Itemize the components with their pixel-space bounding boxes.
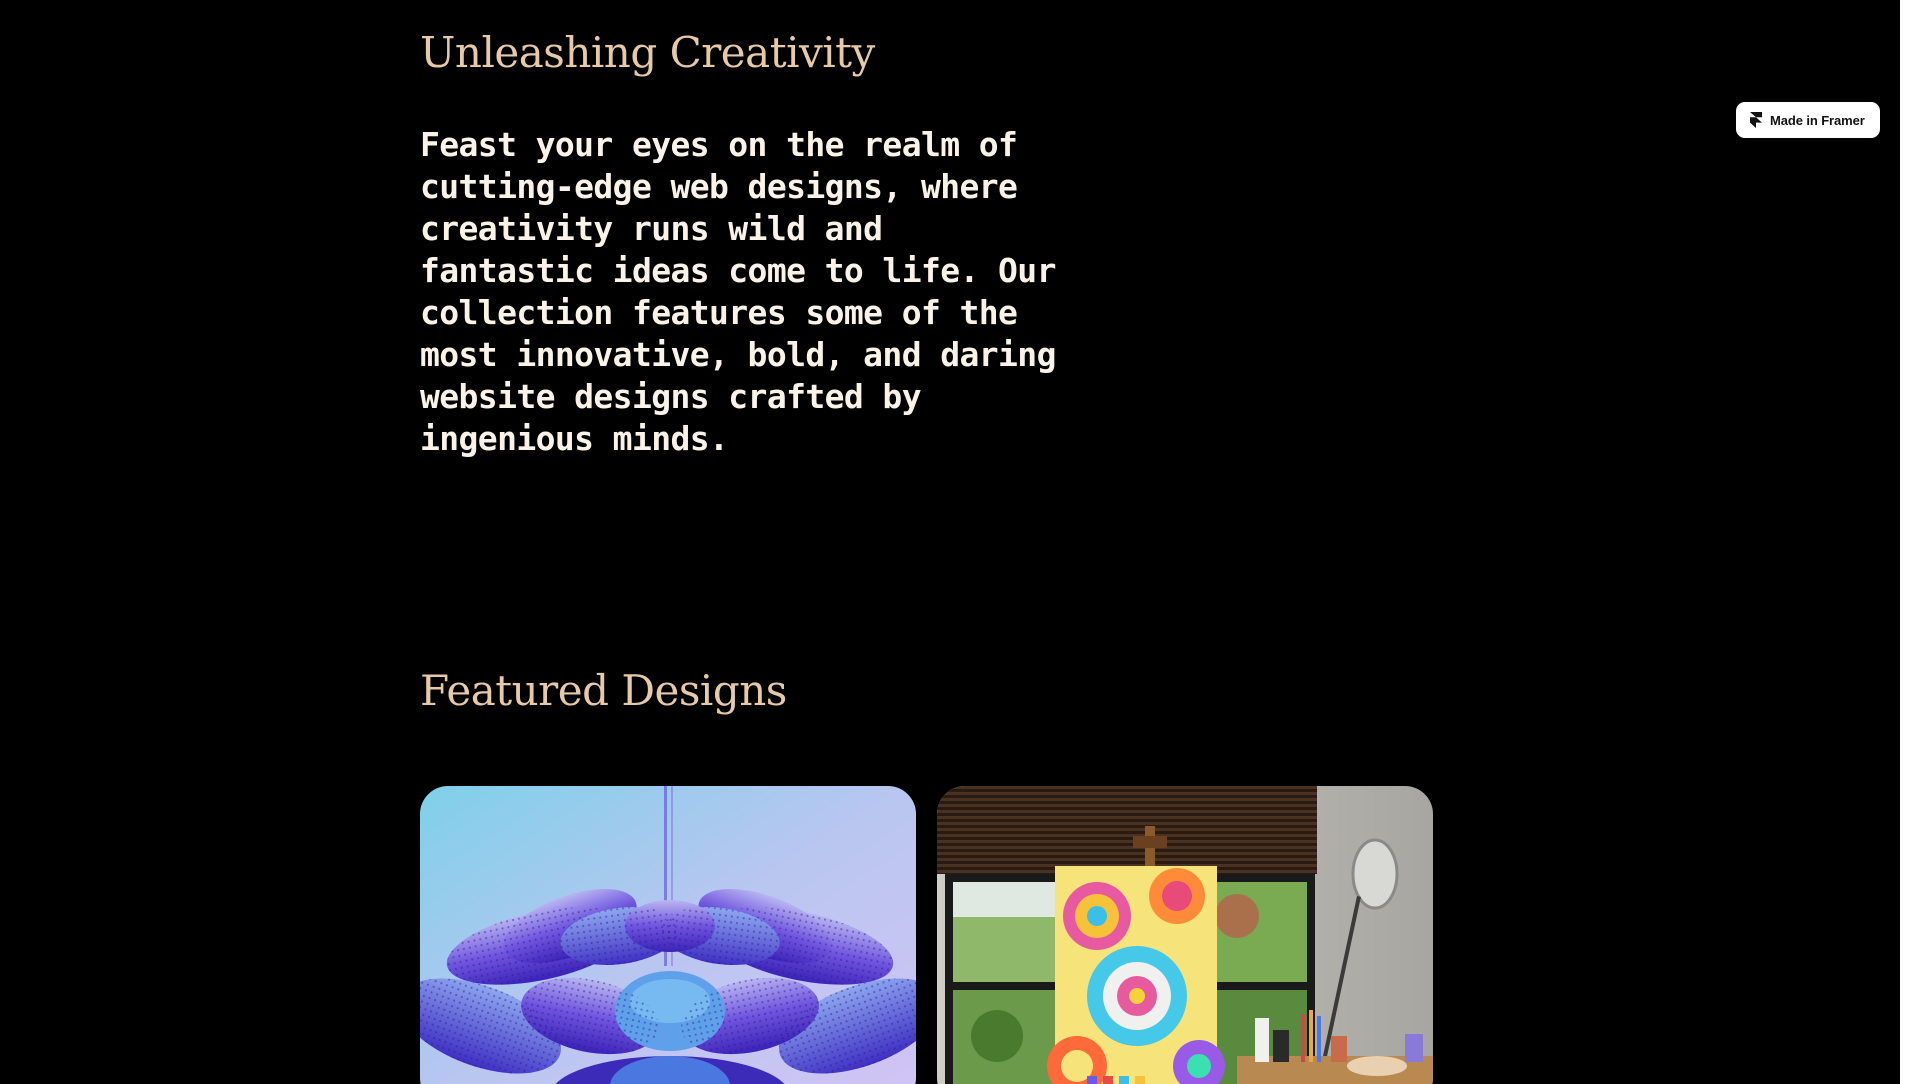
framer-logo-icon — [1750, 112, 1762, 128]
featured-design-card-2[interactable] — [937, 786, 1433, 1084]
featured-design-card-1[interactable] — [420, 786, 916, 1084]
section-heading-featured-designs: Featured Designs — [420, 666, 787, 715]
swirl-painting-image — [937, 786, 1433, 1084]
section-heading-unleashing-creativity: Unleashing Creativity — [420, 28, 875, 77]
made-in-framer-badge[interactable]: Made in Framer — [1736, 102, 1880, 138]
made-in-framer-label: Made in Framer — [1770, 112, 1865, 128]
purple-flower-image — [420, 786, 916, 1084]
page: Unleashing Creativity Feast your eyes on… — [0, 0, 1900, 1084]
intro-paragraph: Feast your eyes on the realm of cutting-… — [420, 125, 1056, 458]
page-scrollbar[interactable] — [1900, 0, 1920, 1084]
